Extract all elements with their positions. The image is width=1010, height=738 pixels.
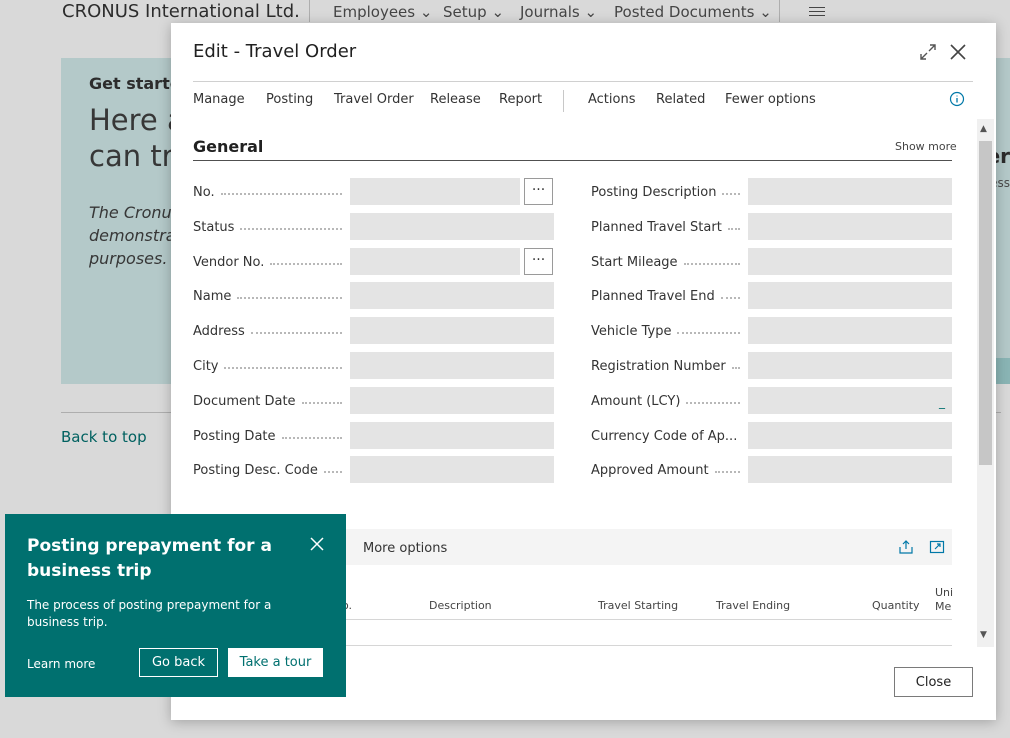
field-label-start-mileage: Start Mileage (591, 255, 678, 270)
tip-title: Posting prepayment for a business trip (27, 536, 272, 581)
field-input-status[interactable] (350, 213, 554, 240)
action-manage[interactable]: Manage (193, 92, 245, 107)
field-label-posting-description: Posting Description (591, 185, 717, 200)
teaching-tip: Posting prepayment for a business trip T… (5, 514, 346, 697)
field-label-registration-number: Registration Number (591, 359, 726, 374)
label-leader-dots (251, 332, 342, 334)
label-leader-dots (324, 471, 342, 473)
field-input-start-mileage[interactable] (748, 248, 952, 275)
field-input-address[interactable] (350, 317, 554, 344)
field-label-posting-desc-code: Posting Desc. Code (193, 463, 318, 478)
action-actions[interactable]: Actions (588, 92, 636, 107)
action-fewer-options[interactable]: Fewer options (725, 92, 816, 107)
field-label-planned-travel-end: Planned Travel End (591, 289, 715, 304)
field-input-vehicle-type[interactable] (748, 317, 952, 344)
lookup-button-no[interactable]: ··· (524, 178, 553, 205)
field-label-name: Name (193, 289, 232, 304)
close-icon[interactable] (948, 42, 968, 62)
label-leader-dots (728, 228, 740, 230)
go-back-button[interactable]: Go back (139, 648, 218, 677)
dialog-title: Edit - Travel Order (193, 41, 357, 62)
action-report[interactable]: Report (499, 92, 542, 107)
tip-close-icon[interactable] (310, 537, 324, 551)
column-header-description[interactable]: Description (429, 599, 492, 612)
action-posting[interactable]: Posting (266, 92, 313, 107)
field-label-vendor-no: Vendor No. (193, 255, 265, 270)
label-leader-dots (282, 437, 342, 439)
action-travel-order[interactable]: Travel Order (334, 92, 414, 107)
field-input-city[interactable] (350, 352, 554, 379)
field-label-planned-travel-start: Planned Travel Start (591, 220, 722, 235)
label-leader-dots (270, 263, 342, 265)
field-label-no: No. (193, 185, 215, 200)
scrollbar-thumb[interactable] (979, 141, 992, 465)
field-input-posting-description[interactable] (748, 178, 952, 205)
field-input-document-date[interactable] (350, 387, 554, 414)
info-icon[interactable] (949, 91, 965, 107)
amount-drilldown[interactable]: _ (939, 395, 945, 409)
field-label-amount-lcy: Amount (LCY) (591, 394, 681, 409)
field-input-name[interactable] (350, 282, 554, 309)
show-more-link[interactable]: Show more (895, 140, 957, 153)
field-input-approved-amount[interactable] (748, 456, 952, 483)
field-label-posting-date: Posting Date (193, 429, 276, 444)
label-leader-dots (677, 332, 740, 334)
column-header-quantity[interactable]: Quantity (872, 599, 920, 612)
section-title-general[interactable]: General (193, 137, 263, 156)
label-leader-dots (302, 402, 342, 404)
column-header-measure: Me (935, 600, 952, 613)
learn-more-link[interactable]: Learn more (27, 657, 95, 671)
label-leader-dots (721, 297, 740, 299)
close-button[interactable]: Close (894, 667, 973, 697)
label-leader-dots (237, 297, 342, 299)
field-label-vehicle-type: Vehicle Type (591, 324, 672, 339)
field-input-vendor-no[interactable] (350, 248, 520, 275)
field-label-document-date: Document Date (193, 394, 296, 409)
tip-body: The process of posting prepayment for a … (27, 598, 272, 629)
scroll-down-icon[interactable]: ▼ (980, 630, 987, 640)
field-label-address: Address (193, 324, 245, 339)
expand-icon[interactable] (919, 43, 937, 61)
label-leader-dots (221, 193, 342, 195)
label-leader-dots (732, 367, 740, 369)
field-input-amount-lcy[interactable] (748, 387, 952, 414)
label-leader-dots (240, 228, 342, 230)
column-header-travel-ending[interactable]: Travel Ending (716, 599, 790, 612)
label-leader-dots (684, 263, 740, 265)
lookup-button-vendor-no[interactable]: ··· (524, 248, 553, 275)
open-in-new-icon[interactable] (929, 539, 945, 555)
action-related[interactable]: Related (656, 92, 705, 107)
field-input-no[interactable] (350, 178, 520, 205)
column-header-travel-starting[interactable]: Travel Starting (598, 599, 678, 612)
field-input-currency-code-of-ap[interactable] (748, 422, 952, 449)
label-leader-dots (715, 471, 740, 473)
field-input-registration-number[interactable] (748, 352, 952, 379)
action-separator (563, 90, 564, 112)
label-leader-dots (722, 193, 740, 195)
section-divider (193, 160, 952, 161)
label-leader-dots (224, 367, 342, 369)
field-input-planned-travel-start[interactable] (748, 213, 952, 240)
field-input-posting-desc-code[interactable] (350, 456, 554, 483)
title-divider (193, 81, 973, 82)
scroll-up-icon[interactable]: ▲ (980, 124, 987, 134)
field-input-planned-travel-end[interactable] (748, 282, 952, 309)
lines-more-options[interactable]: More options (363, 541, 447, 556)
field-label-approved-amount: Approved Amount (591, 463, 709, 478)
label-leader-dots (686, 402, 740, 404)
field-label-city: City (193, 359, 219, 374)
action-release[interactable]: Release (430, 92, 481, 107)
column-header-unit[interactable]: Uni (935, 586, 953, 599)
share-icon[interactable] (898, 539, 914, 555)
field-label-currency-code-of-ap: Currency Code of Ap... (591, 429, 738, 444)
field-label-status: Status (193, 220, 235, 235)
take-a-tour-button[interactable]: Take a tour (228, 648, 323, 677)
field-input-posting-date[interactable] (350, 422, 554, 449)
